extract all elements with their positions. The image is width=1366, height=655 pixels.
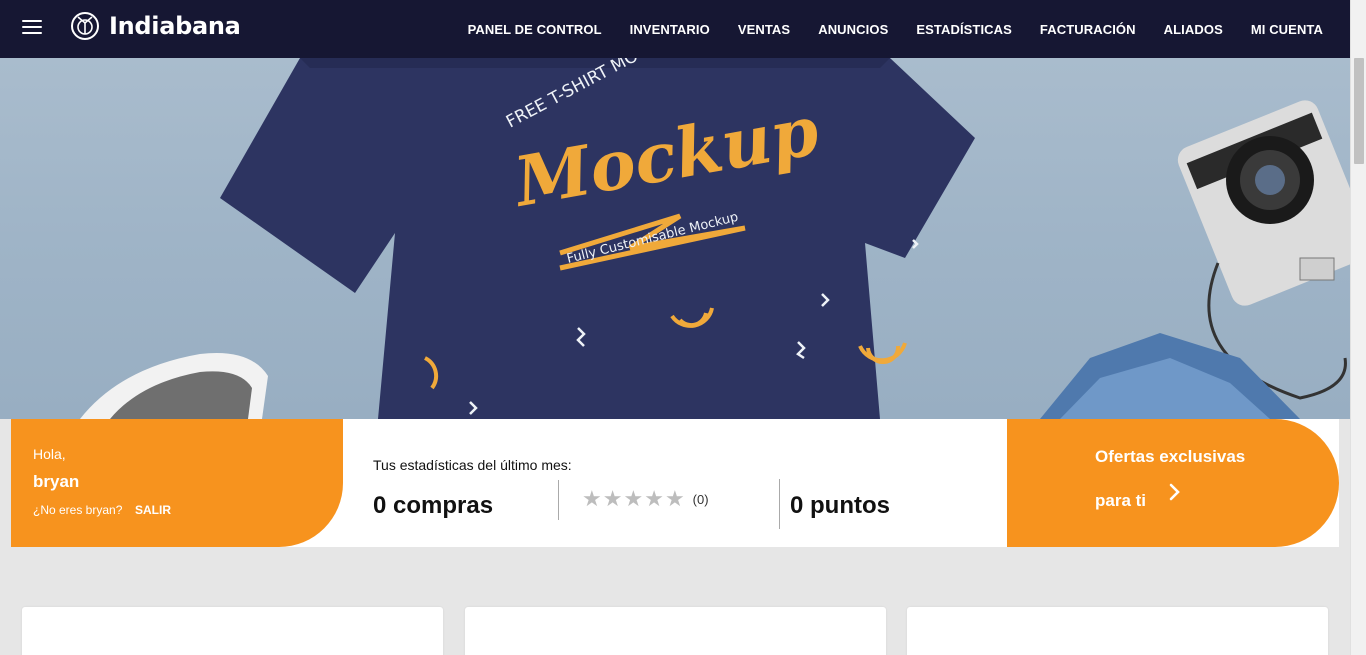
offers-title: Ofertas exclusivas — [1095, 447, 1246, 466]
logo-mark-icon — [71, 12, 99, 40]
user-stats-panel: Hola, bryan ¿No eres bryan? SALIR Tus es… — [11, 419, 1339, 547]
hero-banner: FREE T-SHIRT MOCKUP SCENE Mockup Fully C… — [0, 58, 1350, 419]
stats-divider — [779, 479, 780, 529]
dashboard-card — [465, 607, 886, 655]
greeting-text: Hola, — [33, 446, 66, 462]
top-navbar: Indiabana PANEL DE CONTROL INVENTARIO VE… — [0, 0, 1350, 58]
jeans-image — [1040, 333, 1300, 419]
nav-facturacion[interactable]: FACTURACIÓN — [1040, 22, 1136, 37]
rating-stars: ★ ★ ★ ★ ★ (0) — [582, 488, 709, 510]
star-icon: ★ — [582, 486, 602, 511]
nav-aliados[interactable]: ALIADOS — [1164, 22, 1223, 37]
sneaker-image — [80, 352, 268, 419]
offers-subtitle: para ti — [1095, 491, 1147, 510]
user-name: bryan — [33, 472, 80, 491]
purchases-count: 0 compras — [373, 492, 494, 519]
hero-illustration: FREE T-SHIRT MOCKUP SCENE Mockup Fully C… — [80, 58, 1350, 419]
rating-count: (0) — [692, 491, 709, 507]
star-icon: ★ — [664, 486, 685, 511]
hamburger-menu-icon[interactable] — [22, 20, 42, 36]
nav-panel-de-control[interactable]: PANEL DE CONTROL — [468, 22, 602, 37]
main-nav: PANEL DE CONTROL INVENTARIO VENTAS ANUNC… — [440, 0, 1323, 58]
star-icon: ★ — [623, 486, 644, 511]
dashboard-card — [22, 607, 443, 655]
scrollbar-thumb[interactable] — [1354, 58, 1364, 164]
points-count: 0 puntos — [790, 492, 890, 519]
page-scrollbar[interactable] — [1350, 0, 1366, 655]
not-you-text: ¿No eres bryan? — [33, 503, 123, 517]
dashboard-card — [907, 607, 1328, 655]
tshirt-image — [220, 58, 975, 419]
nav-anuncios[interactable]: ANUNCIOS — [818, 22, 888, 37]
nav-mi-cuenta[interactable]: MI CUENTA — [1251, 22, 1323, 37]
nav-inventario[interactable]: INVENTARIO — [630, 22, 710, 37]
logout-link[interactable]: SALIR — [135, 503, 171, 517]
brand-name: Indiabana — [109, 12, 241, 40]
stats-divider — [558, 480, 559, 520]
star-icon: ★ — [602, 486, 623, 511]
greeting-card: Hola, bryan ¿No eres bryan? SALIR — [11, 419, 343, 547]
nav-estadisticas[interactable]: ESTADÍSTICAS — [916, 22, 1012, 37]
stats-label: Tus estadísticas del último mes: — [373, 457, 572, 473]
exclusive-offers-button[interactable]: Ofertas exclusivas para ti — [1007, 419, 1339, 547]
star-icon: ★ — [644, 486, 664, 511]
chevron-right-icon — [1169, 483, 1180, 501]
nav-ventas[interactable]: VENTAS — [738, 22, 790, 37]
brand-logo[interactable]: Indiabana — [70, 11, 241, 41]
